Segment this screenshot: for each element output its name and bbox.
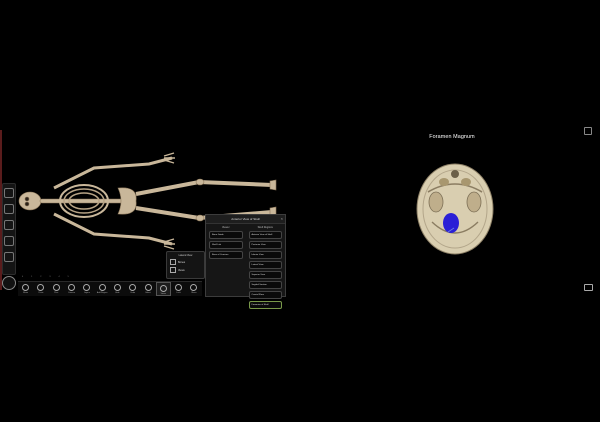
camera-icon (68, 284, 76, 291)
person-icon (98, 284, 106, 291)
toolbar-label: Select (145, 292, 151, 294)
panel-right-column: Skull Regions Anterior View of Skull Pos… (246, 224, 286, 313)
view-popup-row[interactable]: Views (170, 267, 201, 273)
panel-item[interactable]: Inferior View (248, 251, 282, 259)
view-popup: Lateral View Bones Views (166, 251, 205, 279)
view-popup-label: Bones (178, 260, 186, 264)
chart-icon[interactable] (4, 236, 14, 246)
panel-item[interactable]: Superior View (248, 271, 282, 279)
lock-icon (175, 284, 183, 291)
view-popup-title: Lateral View (178, 254, 193, 257)
pen-icon (37, 284, 45, 291)
toolbar-select[interactable]: Select (140, 282, 155, 296)
toolbar-draw[interactable]: Draw (33, 282, 48, 296)
ruler-tick: 0 (22, 276, 24, 278)
ruler-tick: 4 (58, 276, 60, 278)
column-header: Viewer (221, 226, 230, 229)
toolbar-label: Undo (130, 292, 136, 294)
toolbar-label: Pins (54, 292, 59, 294)
layers-icon[interactable] (4, 220, 14, 230)
select-icon (144, 284, 152, 291)
panel-item[interactable]: Anterior View of Skull (248, 231, 282, 239)
toolbar-label: Draw (38, 292, 44, 294)
structure-title: Foramen Magnum (429, 134, 475, 140)
ruler-tick: 5 (67, 276, 69, 278)
toolbar-label: Share (191, 292, 197, 294)
screen-icon[interactable] (584, 284, 593, 291)
hide-icon (113, 284, 121, 291)
view-popup-label: Views (178, 268, 185, 272)
toolbar-views[interactable]: Views (155, 282, 171, 296)
box-icon[interactable] (4, 204, 14, 214)
ruler-tick: 3 (49, 276, 51, 278)
panel-item[interactable]: Lateral View (248, 261, 282, 269)
toolbar-label: Layers (83, 292, 90, 294)
view-popup-row[interactable]: Bones (170, 259, 201, 265)
skull-bone (18, 191, 42, 211)
grid-icon (22, 284, 30, 291)
layers-icon (83, 284, 91, 291)
close-icon[interactable]: × (281, 216, 283, 221)
panel-item[interactable]: Posterior View (248, 241, 282, 249)
views-icon (159, 285, 167, 292)
toolbar-undo[interactable]: Undo (125, 282, 140, 296)
bottom-toolbar: Menu Draw Pins Camera Layers Add Region … (18, 281, 202, 296)
info-icon[interactable] (4, 252, 14, 262)
pin-icon (52, 284, 60, 291)
panel-item[interactable]: Base of Cranium (209, 251, 243, 259)
expand-icon[interactable] (584, 127, 592, 135)
toolbar-label: Camera (67, 292, 76, 294)
panel-item[interactable]: Cranial Floor (248, 291, 282, 299)
scale-ruler: 0 1 2 3 4 5 (22, 276, 82, 280)
toolbar-pins[interactable]: Pins (49, 282, 64, 296)
toolbar-label: Hide (115, 292, 120, 294)
toolbar-add-region[interactable]: Add Region (94, 282, 109, 296)
spine-bone (39, 198, 127, 204)
skull-inferior-view[interactable] (414, 162, 496, 256)
share-icon (190, 284, 198, 291)
ruler-tick: 2 (40, 276, 42, 278)
toolbar-lock[interactable]: Lock (171, 282, 186, 296)
panel-item[interactable]: Skull Lab (209, 241, 243, 249)
panel-item[interactable]: Sagittal Section (248, 281, 282, 289)
toolbar-label: Menu (23, 292, 29, 294)
panel-left-column: Viewer Bone Guide Skull Lab Base of Cran… (206, 224, 246, 313)
menu-icon[interactable] (4, 188, 14, 198)
bone-icon (170, 259, 176, 265)
home-button[interactable] (2, 276, 16, 290)
toolbar-share[interactable]: Share (186, 282, 201, 296)
toolbar-camera[interactable]: Camera (64, 282, 79, 296)
ruler-tick: 1 (31, 276, 33, 278)
undo-icon (129, 284, 137, 291)
panel-title: Anterior View of Skull (206, 215, 285, 224)
toolbar-hide[interactable]: Hide (110, 282, 125, 296)
panel-item[interactable]: Foramina of Skull (248, 301, 282, 309)
pelvis-bone (117, 187, 137, 215)
toolbar-label: Views (160, 293, 166, 295)
toolbar-label: Add Region (96, 292, 108, 294)
panel-item[interactable]: Bone Guide (209, 231, 243, 239)
column-header: Skull Regions (257, 226, 273, 229)
toolbar-label: Lock (176, 292, 181, 294)
views-panel: Anterior View of Skull × Viewer Bone Gui… (205, 214, 286, 309)
toolbar-menu[interactable]: Menu (18, 282, 33, 296)
toolbar-layers[interactable]: Layers (79, 282, 94, 296)
eye-icon (170, 267, 176, 273)
